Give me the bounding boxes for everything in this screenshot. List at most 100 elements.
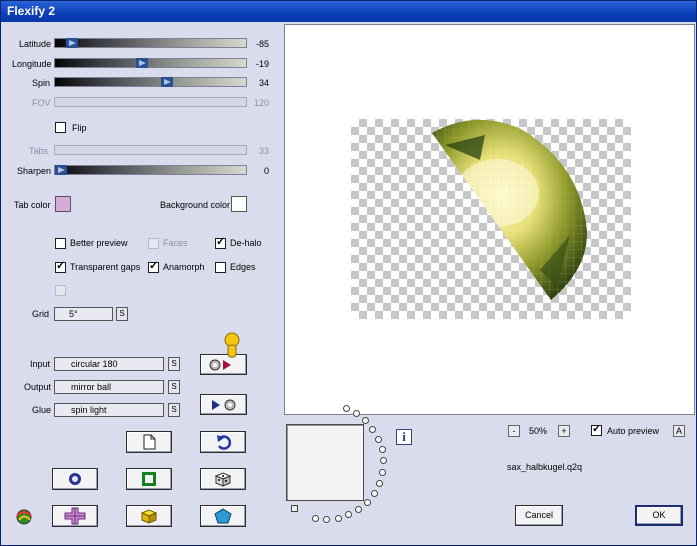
checkmark-icon: ✓ xyxy=(149,260,159,272)
input-field[interactable]: circular 180 xyxy=(54,357,164,371)
zoom-out-button[interactable]: - xyxy=(508,425,520,437)
dots-corner-handle[interactable] xyxy=(291,505,298,512)
longitude-value: -19 xyxy=(255,59,269,69)
auto-preview-label: Auto preview xyxy=(607,426,660,436)
grid-s-button[interactable]: S xyxy=(116,307,128,321)
flip-checkbox[interactable] xyxy=(55,122,66,133)
longitude-slider[interactable] xyxy=(54,58,247,68)
slider-thumb[interactable] xyxy=(161,77,173,87)
navigation-dot[interactable] xyxy=(379,446,386,453)
navigation-dot[interactable] xyxy=(312,515,319,522)
tab-color-label: Tab color xyxy=(14,200,51,210)
background-color-label: Background color xyxy=(160,200,231,210)
sharpen-slider[interactable] xyxy=(54,165,247,175)
ring-icon xyxy=(69,473,81,485)
slider-thumb[interactable] xyxy=(55,165,67,175)
swap-output-glue-button[interactable] xyxy=(200,394,247,415)
grid-field[interactable]: 5° xyxy=(54,307,113,321)
auto-preview-checkbox[interactable]: ✓ xyxy=(591,423,602,436)
fov-value: 120 xyxy=(253,98,269,108)
info-button[interactable]: i xyxy=(396,429,412,445)
better-preview-label: Better preview xyxy=(70,238,128,248)
dehalo-checkbox[interactable]: ✓ xyxy=(215,236,226,249)
glue-s-button[interactable]: S xyxy=(168,403,180,417)
fov-slider xyxy=(54,97,247,107)
navigation-dot[interactable] xyxy=(362,417,369,424)
anamorph-label: Anamorph xyxy=(163,262,205,272)
navigation-dot[interactable] xyxy=(335,515,342,522)
slider-thumb[interactable] xyxy=(66,38,78,48)
navigation-dot[interactable] xyxy=(380,457,387,464)
thumbnail-preview[interactable] xyxy=(286,424,364,501)
latitude-label: Latitude xyxy=(19,39,52,49)
navigation-dot[interactable] xyxy=(369,426,376,433)
play-globe-icon xyxy=(211,399,235,410)
cube-shape-button[interactable] xyxy=(126,505,172,527)
new-page-button[interactable] xyxy=(126,431,172,453)
grid-label: Grid xyxy=(32,309,50,319)
latitude-value: -85 xyxy=(255,39,269,49)
navigation-dot[interactable] xyxy=(371,490,378,497)
output-label: Output xyxy=(24,382,52,392)
auto-preview-a-button[interactable]: A xyxy=(673,425,685,437)
navigation-dot[interactable] xyxy=(375,436,382,443)
pentagon-shape-button[interactable] xyxy=(200,505,246,527)
cross-shape-button[interactable] xyxy=(52,505,98,527)
checkmark-icon: ✓ xyxy=(56,260,66,272)
undo-button[interactable] xyxy=(200,431,246,453)
spin-value: 34 xyxy=(258,78,269,88)
slider-thumb[interactable] xyxy=(136,58,148,68)
pentagon-icon xyxy=(214,508,232,524)
input-s-button[interactable]: S xyxy=(168,357,180,371)
navigation-dot[interactable] xyxy=(355,506,362,513)
zoom-level: 50% xyxy=(529,426,548,436)
navigation-dot[interactable] xyxy=(376,480,383,487)
transparent-gaps-checkbox[interactable]: ✓ xyxy=(55,260,66,273)
square-frame-icon xyxy=(142,472,156,486)
navigation-dot[interactable] xyxy=(364,499,371,506)
square-shape-button[interactable] xyxy=(126,468,172,490)
faces-label: Faces xyxy=(163,238,188,248)
spin-slider[interactable] xyxy=(54,77,247,87)
cancel-button[interactable]: Cancel xyxy=(515,505,563,526)
undo-icon xyxy=(217,435,231,450)
navigation-dot[interactable] xyxy=(323,516,330,523)
better-preview-checkbox[interactable] xyxy=(55,238,66,249)
sharpen-value: 0 xyxy=(263,166,269,176)
input-label: Input xyxy=(30,359,51,369)
tabs-slider xyxy=(54,145,247,155)
transparent-gaps-label: Transparent gaps xyxy=(70,262,141,272)
pointing-hand-icon xyxy=(224,332,240,358)
flexify-logo-icon xyxy=(16,509,32,525)
latitude-slider[interactable] xyxy=(54,38,247,48)
preview-image xyxy=(432,119,588,300)
output-s-button[interactable]: S xyxy=(168,380,180,394)
tabs-label: Tabs xyxy=(29,146,49,156)
preview-pane[interactable] xyxy=(284,24,695,415)
output-field[interactable]: mirror ball xyxy=(54,380,164,394)
flip-label: Flip xyxy=(72,123,87,133)
faces-checkbox xyxy=(148,238,159,249)
navigation-dot[interactable] xyxy=(343,405,350,412)
circle-shape-button[interactable] xyxy=(52,468,98,490)
anamorph-checkbox[interactable]: ✓ xyxy=(148,260,159,273)
glue-field[interactable]: spin light xyxy=(54,403,164,417)
zoom-in-button[interactable]: + xyxy=(558,425,570,437)
edges-label: Edges xyxy=(230,262,256,272)
ok-button[interactable]: OK xyxy=(635,505,683,526)
navigation-dot[interactable] xyxy=(353,410,360,417)
edges-checkbox[interactable] xyxy=(215,262,226,273)
checkmark-icon: ✓ xyxy=(216,236,226,248)
fov-label: FOV xyxy=(32,98,51,108)
sharpen-label: Sharpen xyxy=(17,166,52,176)
glue-label: Glue xyxy=(32,405,52,415)
navigation-dot[interactable] xyxy=(379,469,386,476)
navigation-dot[interactable] xyxy=(345,511,352,518)
flexify-window: Flexify 2 Latitude -85 Longitude -19 Spi… xyxy=(0,0,697,546)
page-icon xyxy=(143,434,156,450)
cross-icon xyxy=(64,507,86,525)
background-color-swatch[interactable] xyxy=(231,196,247,212)
random-button[interactable] xyxy=(200,468,246,490)
tab-color-swatch[interactable] xyxy=(55,196,71,212)
dice-icon xyxy=(214,472,232,487)
